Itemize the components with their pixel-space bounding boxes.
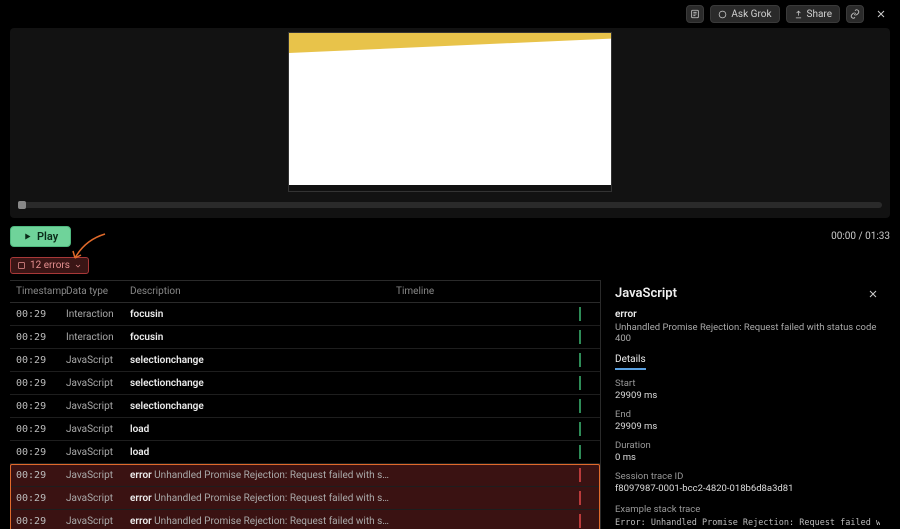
cell-datatype: JavaScript <box>66 470 124 481</box>
errors-filter-label: 12 errors <box>30 260 70 271</box>
top-toolbar: Ask Grok Share <box>0 0 900 28</box>
detail-subtext: Unhandled Promise Rejection: Request fai… <box>615 322 880 344</box>
session-screen <box>288 32 612 192</box>
table-row[interactable]: 00:29Interactionfocusin <box>10 326 600 349</box>
cell-timestamp: 00:29 <box>10 401 66 412</box>
detail-tab-details[interactable]: Details <box>615 354 646 370</box>
note-button[interactable] <box>686 5 704 23</box>
cell-datatype: JavaScript <box>66 447 124 458</box>
cell-description: selectionchange <box>124 378 390 389</box>
start-value: 29909 ms <box>615 390 880 401</box>
end-key: End <box>615 409 880 420</box>
cell-timeline <box>390 372 600 394</box>
cell-timestamp: 00:29 <box>10 355 66 366</box>
table-row[interactable]: 00:29Interactionfocusin <box>10 303 600 326</box>
errors-filter-button[interactable]: 12 errors <box>10 257 89 274</box>
chevron-down-icon <box>74 262 82 270</box>
table-row[interactable]: 00:29JavaScripterror Unhandled Promise R… <box>10 487 600 510</box>
cell-timestamp: 00:29 <box>10 447 66 458</box>
table-row[interactable]: 00:29JavaScripterror Unhandled Promise R… <box>10 510 600 529</box>
trace-value: f8097987-0001-bcc2-4820-018b6d8a3d81 <box>615 483 880 494</box>
cell-description: focusin <box>124 332 390 343</box>
cell-timeline <box>390 418 600 440</box>
duration-value: 0 ms <box>615 452 880 463</box>
share-button[interactable]: Share <box>786 5 840 23</box>
detail-subhead: error <box>615 309 880 320</box>
table-header: Timestamp Data type Description Timeline <box>10 281 600 303</box>
play-button[interactable]: Play <box>10 226 71 247</box>
col-timeline: Timeline <box>390 286 600 297</box>
timecode: 00:00 / 01:33 <box>831 231 890 242</box>
cell-description: selectionchange <box>124 401 390 412</box>
cell-datatype: Interaction <box>66 332 124 343</box>
cell-timestamp: 00:29 <box>10 424 66 435</box>
cell-timeline <box>390 441 600 463</box>
stack-trace: Error: Unhandled Promise Rejection: Requ… <box>615 518 880 529</box>
cell-timestamp: 00:29 <box>10 309 66 320</box>
table-row[interactable]: 00:29JavaScriptload <box>10 441 600 464</box>
cell-timestamp: 00:29 <box>10 378 66 389</box>
cell-timeline <box>390 464 600 486</box>
close-button[interactable] <box>872 5 890 23</box>
cell-timestamp: 00:29 <box>10 493 66 504</box>
cell-timeline <box>390 349 600 371</box>
ask-grok-button[interactable]: Ask Grok <box>710 5 779 23</box>
error-highlight: 00:29JavaScripterror Unhandled Promise R… <box>10 464 600 529</box>
cell-timeline <box>390 303 600 325</box>
table-row[interactable]: 00:29JavaScriptselectionchange <box>10 349 600 372</box>
detail-title: JavaScript <box>615 286 677 301</box>
play-label: Play <box>37 230 58 243</box>
detail-panel: JavaScript error Unhandled Promise Rejec… <box>600 280 890 529</box>
table-row[interactable]: 00:29JavaScriptselectionchange <box>10 395 600 418</box>
end-value: 29909 ms <box>615 421 880 432</box>
table-row[interactable]: 00:29JavaScripterror Unhandled Promise R… <box>10 464 600 487</box>
cell-description: focusin <box>124 309 390 320</box>
cell-datatype: JavaScript <box>66 493 124 504</box>
cell-timeline <box>390 395 600 417</box>
scrubber-thumb[interactable] <box>18 201 26 209</box>
cell-datatype: JavaScript <box>66 424 124 435</box>
cell-datatype: Interaction <box>66 309 124 320</box>
scrubber[interactable] <box>18 202 882 208</box>
stack-key: Example stack trace <box>615 504 880 515</box>
cell-timestamp: 00:29 <box>10 332 66 343</box>
share-label: Share <box>807 9 832 20</box>
cell-timestamp: 00:29 <box>10 470 66 481</box>
cell-datatype: JavaScript <box>66 378 124 389</box>
cell-description: error Unhandled Promise Rejection: Reque… <box>124 516 390 527</box>
cell-timeline <box>390 326 600 348</box>
session-viewer <box>10 28 890 218</box>
trace-key: Session trace ID <box>615 471 880 482</box>
cell-description: selectionchange <box>124 355 390 366</box>
cell-description: error Unhandled Promise Rejection: Reque… <box>124 470 390 481</box>
detail-close-button[interactable] <box>866 287 880 301</box>
events-table: Timestamp Data type Description Timeline… <box>10 280 600 529</box>
cell-datatype: JavaScript <box>66 355 124 366</box>
col-description: Description <box>124 286 390 297</box>
cell-timeline <box>390 510 600 529</box>
cell-datatype: JavaScript <box>66 516 124 527</box>
cell-description: load <box>124 424 390 435</box>
col-timestamp: Timestamp <box>10 286 66 297</box>
duration-key: Duration <box>615 440 880 451</box>
cell-timeline <box>390 487 600 509</box>
cell-description: error Unhandled Promise Rejection: Reque… <box>124 493 390 504</box>
table-row[interactable]: 00:29JavaScriptload <box>10 418 600 441</box>
table-row[interactable]: 00:29JavaScriptselectionchange <box>10 372 600 395</box>
cell-timestamp: 00:29 <box>10 516 66 527</box>
start-key: Start <box>615 378 880 389</box>
link-button[interactable] <box>846 5 864 23</box>
ask-grok-label: Ask Grok <box>731 9 771 20</box>
cell-description: load <box>124 447 390 458</box>
cell-datatype: JavaScript <box>66 401 124 412</box>
col-datatype: Data type <box>66 286 124 297</box>
